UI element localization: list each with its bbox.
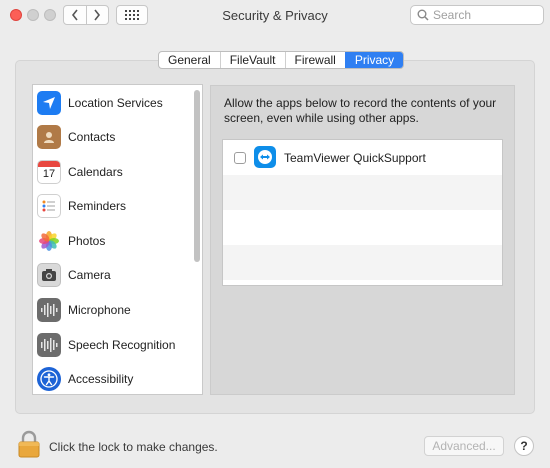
app-name: TeamViewer QuickSupport — [284, 151, 426, 165]
search-input[interactable] — [433, 8, 533, 22]
sidebar-item-label: Camera — [68, 268, 111, 282]
tab-filevault[interactable]: FileVault — [219, 52, 285, 68]
empty-row — [223, 210, 502, 245]
sidebar-item-label: Contacts — [68, 130, 116, 144]
sidebar-item-label: Location Services — [68, 96, 163, 110]
sidebar-scrollbar-thumb[interactable] — [194, 90, 200, 262]
sidebar-item-label: Reminders — [68, 199, 127, 213]
sidebar-item-accessibility[interactable]: Accessibility — [33, 362, 193, 394]
privacy-category-list: Location Services Contacts 17 Calendars … — [32, 84, 203, 395]
search-icon — [417, 9, 429, 21]
sidebar-item-photos[interactable]: Photos — [33, 224, 193, 258]
app-list: TeamViewer QuickSupport — [222, 139, 503, 286]
help-button[interactable]: ? — [514, 436, 534, 456]
sidebar-item-contacts[interactable]: Contacts — [33, 120, 193, 154]
waveform-icon — [37, 333, 61, 357]
app-permission-checkbox[interactable] — [234, 152, 246, 164]
title-bar: Security & Privacy — [0, 0, 550, 30]
camera-icon — [37, 263, 61, 287]
empty-row — [223, 245, 502, 280]
sidebar-item-calendars[interactable]: 17 Calendars — [33, 155, 193, 189]
sidebar-item-location-services[interactable]: Location Services — [33, 86, 193, 120]
list-item[interactable]: TeamViewer QuickSupport — [223, 140, 502, 175]
sidebar-item-speech-recognition[interactable]: Speech Recognition — [33, 328, 193, 362]
privacy-description: Allow the apps below to record the conte… — [224, 96, 497, 125]
search-field[interactable] — [410, 5, 544, 25]
sidebar-item-label: Accessibility — [68, 372, 134, 386]
tab-bar: General FileVault Firewall Privacy — [158, 51, 405, 69]
waveform-icon — [37, 298, 61, 322]
sidebar-item-label: Calendars — [68, 165, 123, 179]
tab-general[interactable]: General — [159, 52, 220, 68]
tab-firewall[interactable]: Firewall — [284, 52, 345, 68]
lock-button[interactable] — [17, 430, 41, 458]
photos-flower-icon — [37, 229, 61, 253]
contacts-book-icon — [37, 125, 61, 149]
location-arrow-icon — [37, 91, 61, 115]
sidebar-item-label: Speech Recognition — [68, 338, 176, 352]
empty-row — [223, 175, 502, 210]
reminders-list-icon — [37, 194, 61, 218]
sidebar-item-label: Microphone — [68, 303, 131, 317]
sidebar-item-reminders[interactable]: Reminders — [33, 189, 193, 223]
advanced-button[interactable]: Advanced... — [424, 436, 504, 456]
sidebar-item-label: Photos — [68, 234, 106, 248]
sidebar-item-microphone[interactable]: Microphone — [33, 293, 193, 327]
lock-icon — [18, 430, 40, 458]
teamviewer-icon — [254, 146, 276, 168]
sidebar-item-camera[interactable]: Camera — [33, 258, 193, 292]
tab-privacy[interactable]: Privacy — [344, 52, 404, 68]
calendar-icon: 17 — [37, 160, 61, 184]
lock-hint-text: Click the lock to make changes. — [49, 440, 218, 454]
accessibility-icon — [37, 367, 61, 391]
